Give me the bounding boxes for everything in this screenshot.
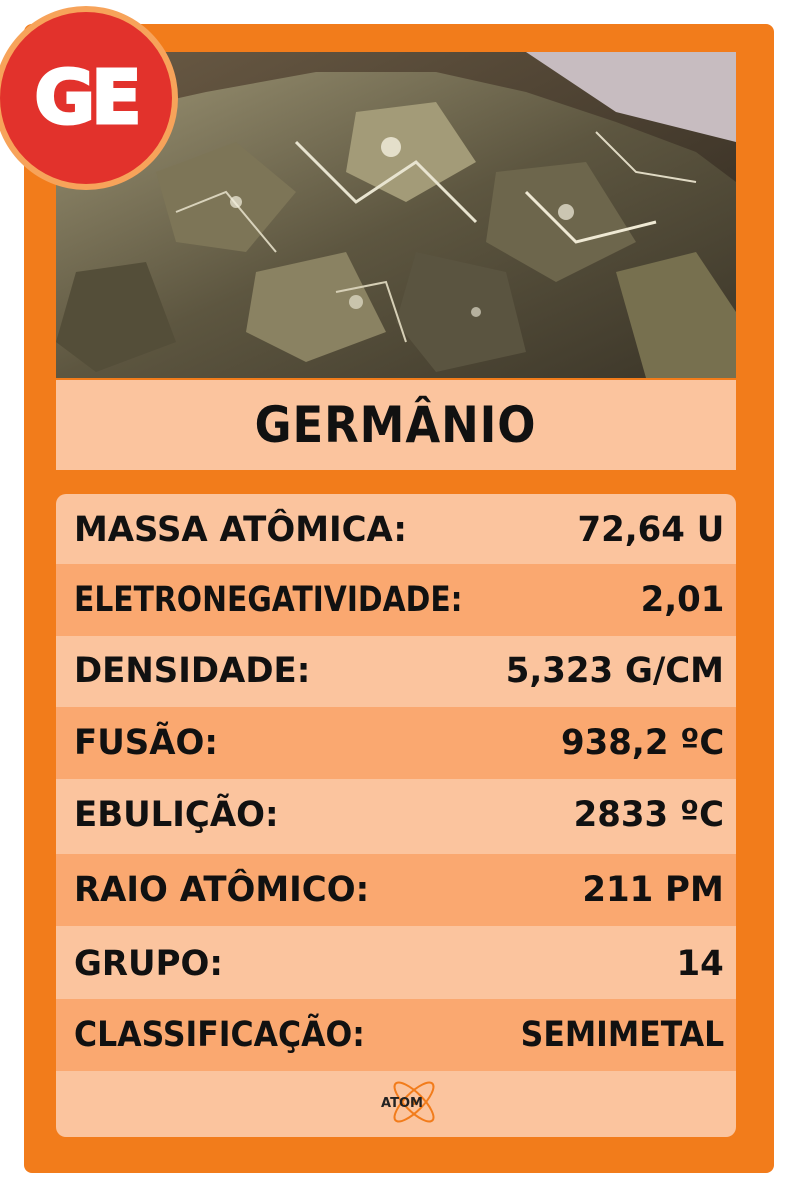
- property-label: RAIO ATÔMICO:: [74, 870, 370, 910]
- property-row-classificacao: CLASSIFICAÇÃO: SEMIMETAL: [56, 999, 736, 1071]
- atom-logo: ATOM: [366, 1072, 446, 1132]
- property-value: 211 PM: [582, 870, 724, 910]
- property-row-massa-atomica: MASSA ATÔMICA: 72,64 U: [56, 494, 736, 566]
- element-symbol-badge: GE: [0, 12, 172, 184]
- property-label: MASSA ATÔMICA:: [74, 510, 408, 550]
- property-value: 14: [676, 944, 724, 984]
- logo-text: ATOM: [381, 1096, 423, 1111]
- property-label: FUSÃO:: [74, 723, 218, 763]
- properties-panel: MASSA ATÔMICA: 72,64 U ELETRONEGATIVIDAD…: [56, 494, 736, 1137]
- property-label: DENSIDADE:: [74, 651, 311, 691]
- element-symbol: GE: [33, 54, 143, 143]
- element-name: GERMÂNIO: [255, 396, 537, 454]
- property-label: CLASSIFICAÇÃO:: [74, 1015, 365, 1055]
- property-label: GRUPO:: [74, 944, 223, 984]
- element-name-bar: GERMÂNIO: [56, 380, 736, 470]
- property-value: 2833 ºC: [573, 795, 724, 835]
- property-row-densidade: DENSIDADE: 5,323 G/CM: [56, 635, 736, 707]
- property-value: 72,64 U: [577, 510, 724, 550]
- property-value: SEMIMETAL: [520, 1015, 724, 1055]
- property-value: 5,323 G/CM: [505, 651, 724, 691]
- property-value: 938,2 ºC: [560, 723, 724, 763]
- property-row-ebulicao: EBULIÇÃO: 2833 ºC: [56, 779, 736, 851]
- property-value: 2,01: [640, 580, 724, 620]
- property-row-eletronegatividade: ELETRONEGATIVIDADE: 2,01: [56, 564, 736, 636]
- property-row-raio-atomico: RAIO ATÔMICO: 211 PM: [56, 854, 736, 926]
- property-label: EBULIÇÃO:: [74, 795, 279, 835]
- property-label: ELETRONEGATIVIDADE:: [74, 580, 463, 620]
- property-row-fusao: FUSÃO: 938,2 ºC: [56, 707, 736, 779]
- property-row-grupo: GRUPO: 14: [56, 928, 736, 1000]
